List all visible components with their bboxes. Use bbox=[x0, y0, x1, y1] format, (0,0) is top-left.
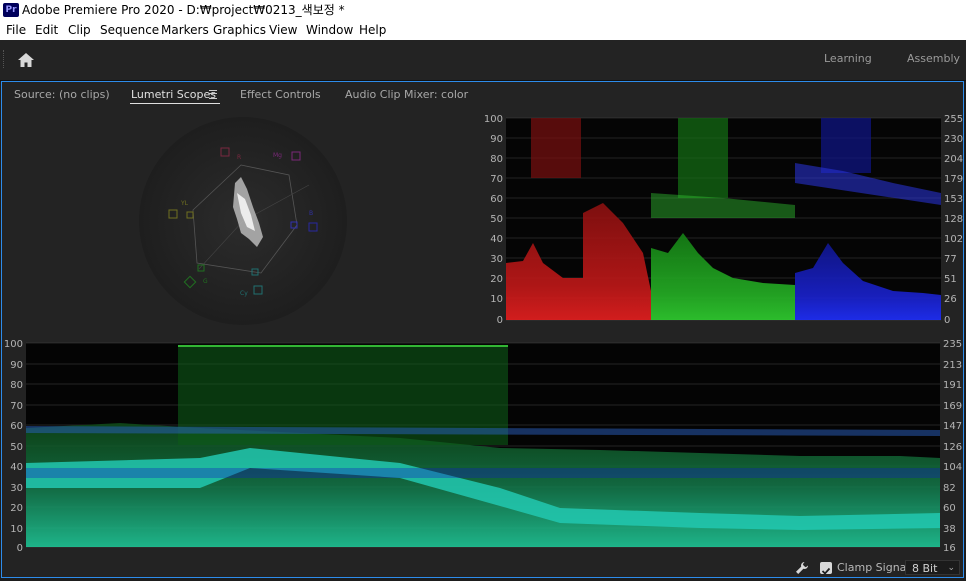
target-label-yl: YL bbox=[180, 200, 189, 207]
svg-text:230: 230 bbox=[944, 134, 963, 145]
waveform-right-scale: 235 213 191 169 147 126 104 82 60 38 16 bbox=[943, 339, 962, 554]
svg-text:179: 179 bbox=[944, 174, 963, 185]
svg-text:50: 50 bbox=[490, 214, 503, 225]
parade-right-scale: 255 230 204 179 153 128 102 77 51 26 0 bbox=[944, 114, 963, 325]
svg-text:102: 102 bbox=[944, 234, 963, 245]
bit-depth-dropdown[interactable]: 8 Bit ⌄ bbox=[905, 560, 960, 575]
scope-footer: Clamp Signal 8 Bit ⌄ bbox=[0, 558, 966, 578]
parade-left-scale: 100 90 80 70 60 50 40 30 20 10 0 bbox=[484, 114, 503, 325]
target-label-mg: Mg bbox=[273, 152, 282, 159]
window-titlebar: Pr Adobe Premiere Pro 2020 - D:₩project₩… bbox=[0, 0, 966, 20]
svg-text:128: 128 bbox=[944, 214, 963, 225]
svg-text:255: 255 bbox=[944, 114, 963, 125]
workspace-tab-learning[interactable]: Learning bbox=[824, 52, 872, 65]
svg-text:213: 213 bbox=[943, 360, 962, 371]
checkmark-icon bbox=[821, 567, 831, 575]
svg-text:70: 70 bbox=[10, 401, 23, 412]
parade-red-highlights bbox=[531, 118, 581, 178]
menu-graphics[interactable]: Graphics bbox=[213, 20, 266, 40]
svg-text:20: 20 bbox=[490, 274, 503, 285]
svg-text:100: 100 bbox=[4, 339, 23, 350]
clamp-signal-label: Clamp Signal bbox=[837, 561, 910, 574]
svg-text:82: 82 bbox=[943, 483, 956, 494]
workspace-bar: Learning Assembly bbox=[0, 40, 966, 81]
svg-text:100: 100 bbox=[484, 114, 503, 125]
svg-text:50: 50 bbox=[10, 442, 23, 453]
clamp-signal-checkbox[interactable] bbox=[820, 562, 832, 575]
tab-source[interactable]: Source: (no clips) bbox=[14, 88, 110, 101]
target-label-g: G bbox=[203, 278, 208, 285]
svg-text:60: 60 bbox=[490, 194, 503, 205]
menu-clip[interactable]: Clip bbox=[68, 20, 91, 40]
target-label-r: R bbox=[237, 154, 241, 161]
svg-text:38: 38 bbox=[943, 524, 956, 535]
svg-text:0: 0 bbox=[17, 543, 23, 554]
svg-text:104: 104 bbox=[943, 462, 962, 473]
menu-window[interactable]: Window bbox=[306, 20, 353, 40]
panel-menu-icon[interactable] bbox=[209, 90, 217, 99]
target-label-b: B bbox=[309, 210, 313, 217]
svg-text:30: 30 bbox=[10, 483, 23, 494]
svg-text:191: 191 bbox=[943, 380, 962, 391]
window-title: Adobe Premiere Pro 2020 - D:₩project₩021… bbox=[22, 3, 345, 17]
menu-file[interactable]: File bbox=[6, 20, 26, 40]
workspace-tab-assembly[interactable]: Assembly bbox=[907, 52, 960, 65]
svg-text:40: 40 bbox=[10, 462, 23, 473]
wrench-icon[interactable] bbox=[795, 561, 809, 575]
svg-text:0: 0 bbox=[497, 315, 503, 325]
svg-text:60: 60 bbox=[10, 421, 23, 432]
active-tab-underline bbox=[130, 103, 220, 104]
svg-text:40: 40 bbox=[490, 234, 503, 245]
tab-effect-controls[interactable]: Effect Controls bbox=[240, 88, 321, 101]
svg-text:80: 80 bbox=[490, 154, 503, 165]
svg-text:204: 204 bbox=[944, 154, 963, 165]
menu-bar: File Edit Clip Sequence Markers Graphics… bbox=[0, 20, 966, 40]
svg-text:20: 20 bbox=[10, 503, 23, 514]
svg-text:26: 26 bbox=[944, 294, 957, 305]
menu-edit[interactable]: Edit bbox=[35, 20, 58, 40]
parade-blue-highlights bbox=[821, 118, 871, 173]
premiere-logo-icon: Pr bbox=[3, 3, 19, 17]
bit-depth-value: 8 Bit bbox=[912, 562, 938, 575]
waveform-blue-band bbox=[26, 468, 940, 478]
svg-text:70: 70 bbox=[490, 174, 503, 185]
vectorscope: R Mg B Cy G YL bbox=[139, 117, 347, 325]
menu-view[interactable]: View bbox=[269, 20, 297, 40]
tab-lumetri-scopes[interactable]: Lumetri Scopes bbox=[131, 88, 216, 101]
rgb-parade-scope: 100 90 80 70 60 50 40 30 20 10 0 255 230… bbox=[484, 114, 963, 325]
waveform-left-scale: 100 90 80 70 60 50 40 30 20 10 0 bbox=[4, 339, 23, 554]
svg-text:16: 16 bbox=[943, 543, 956, 554]
svg-text:10: 10 bbox=[490, 294, 503, 305]
svg-text:235: 235 bbox=[943, 339, 962, 350]
menu-sequence[interactable]: Sequence bbox=[100, 20, 159, 40]
svg-text:169: 169 bbox=[943, 401, 962, 412]
svg-text:80: 80 bbox=[10, 380, 23, 391]
svg-text:77: 77 bbox=[944, 254, 957, 265]
svg-text:90: 90 bbox=[490, 134, 503, 145]
svg-text:153: 153 bbox=[944, 194, 963, 205]
menu-markers[interactable]: Markers bbox=[161, 20, 209, 40]
parade-green-highlights bbox=[678, 118, 728, 198]
svg-text:0: 0 bbox=[944, 315, 950, 325]
svg-text:147: 147 bbox=[943, 421, 962, 432]
home-icon[interactable] bbox=[16, 51, 36, 69]
svg-text:51: 51 bbox=[944, 274, 957, 285]
chevron-down-icon: ⌄ bbox=[947, 563, 955, 573]
svg-text:30: 30 bbox=[490, 254, 503, 265]
svg-text:60: 60 bbox=[943, 503, 956, 514]
tab-audio-clip-mixer[interactable]: Audio Clip Mixer: color bbox=[345, 88, 468, 101]
svg-text:10: 10 bbox=[10, 524, 23, 535]
svg-text:90: 90 bbox=[10, 360, 23, 371]
svg-text:126: 126 bbox=[943, 442, 962, 453]
waveform-scope: 100 90 80 70 60 50 40 30 20 10 0 235 213… bbox=[4, 339, 962, 554]
menu-help[interactable]: Help bbox=[359, 20, 386, 40]
target-label-cy: Cy bbox=[240, 290, 248, 297]
panel-grip[interactable] bbox=[3, 50, 7, 68]
